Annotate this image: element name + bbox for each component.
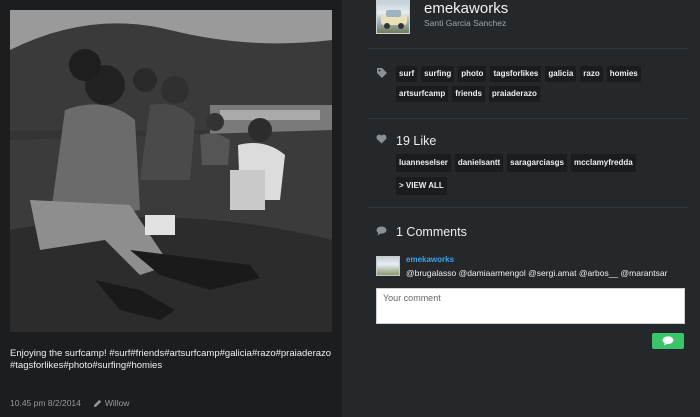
post-details-panel bbox=[342, 0, 700, 417]
tag-item[interactable]: praiaderazo bbox=[488, 86, 540, 102]
divider bbox=[368, 207, 688, 208]
username[interactable]: emekaworks bbox=[424, 0, 508, 17]
tag-item[interactable]: surfing bbox=[421, 66, 455, 82]
post-caption: Enjoying the surfcamp! #surf#friends#art… bbox=[10, 348, 332, 371]
comment-bubble-icon bbox=[376, 226, 387, 236]
liker-item[interactable]: saragarciasgs bbox=[507, 154, 567, 172]
commenter-avatar[interactable] bbox=[376, 256, 400, 276]
tag-item[interactable]: tagsforlikes bbox=[490, 66, 542, 82]
filter-name: Willow bbox=[104, 398, 130, 408]
post-photo-panel: Enjoying the surfcamp! #surf#friends#art… bbox=[0, 0, 342, 417]
liker-item[interactable]: danielsantt bbox=[454, 154, 504, 172]
tag-item[interactable]: razo bbox=[580, 66, 603, 82]
user-avatar[interactable] bbox=[376, 0, 410, 34]
send-comment-button[interactable] bbox=[652, 333, 684, 349]
tag-list: surf surfing photo tagsforlikes galicia razo h… bbox=[396, 66, 696, 102]
car-avatar-icon bbox=[381, 10, 407, 29]
liker-item[interactable]: mcclamyfredda bbox=[570, 154, 636, 172]
tag-item[interactable]: surf bbox=[396, 66, 418, 82]
photo-illustration bbox=[10, 10, 332, 332]
filter-info: Willow bbox=[93, 398, 130, 408]
tag-item[interactable]: homies bbox=[606, 66, 641, 82]
tag-item[interactable]: galicia bbox=[545, 66, 577, 82]
tag-item[interactable]: photo bbox=[458, 66, 487, 82]
divider bbox=[368, 118, 688, 119]
real-name: Santi Garcia Sanchez bbox=[424, 18, 507, 28]
comment-author[interactable]: emekaworks bbox=[406, 255, 454, 264]
liker-item[interactable]: luanneselser bbox=[396, 154, 451, 172]
comment-input[interactable] bbox=[376, 288, 685, 324]
post-timestamp: 10.45 pm 8/2/2014 bbox=[10, 398, 81, 408]
heart-icon bbox=[376, 134, 387, 144]
likes-count: 19 Like bbox=[396, 134, 437, 148]
post-photo[interactable] bbox=[10, 10, 332, 332]
pencil-icon bbox=[93, 399, 101, 407]
comment-text: @brugalasso @damiaarmengol @sergi.amat @… bbox=[406, 268, 668, 278]
divider bbox=[368, 48, 688, 49]
tag-item[interactable]: artsurfcamp bbox=[396, 86, 449, 102]
speech-bubble-icon bbox=[662, 336, 674, 346]
view-all-likes-button[interactable]: > VIEW ALL bbox=[396, 177, 447, 195]
liker-list: luanneselser danielsantt saragarciasgs mccl… bbox=[396, 154, 696, 172]
post-meta: 10.45 pm 8/2/2014 Willow bbox=[10, 398, 129, 408]
tag-icon bbox=[377, 68, 387, 78]
comments-count: 1 Comments bbox=[396, 225, 467, 239]
tag-item[interactable]: friends bbox=[452, 86, 485, 102]
